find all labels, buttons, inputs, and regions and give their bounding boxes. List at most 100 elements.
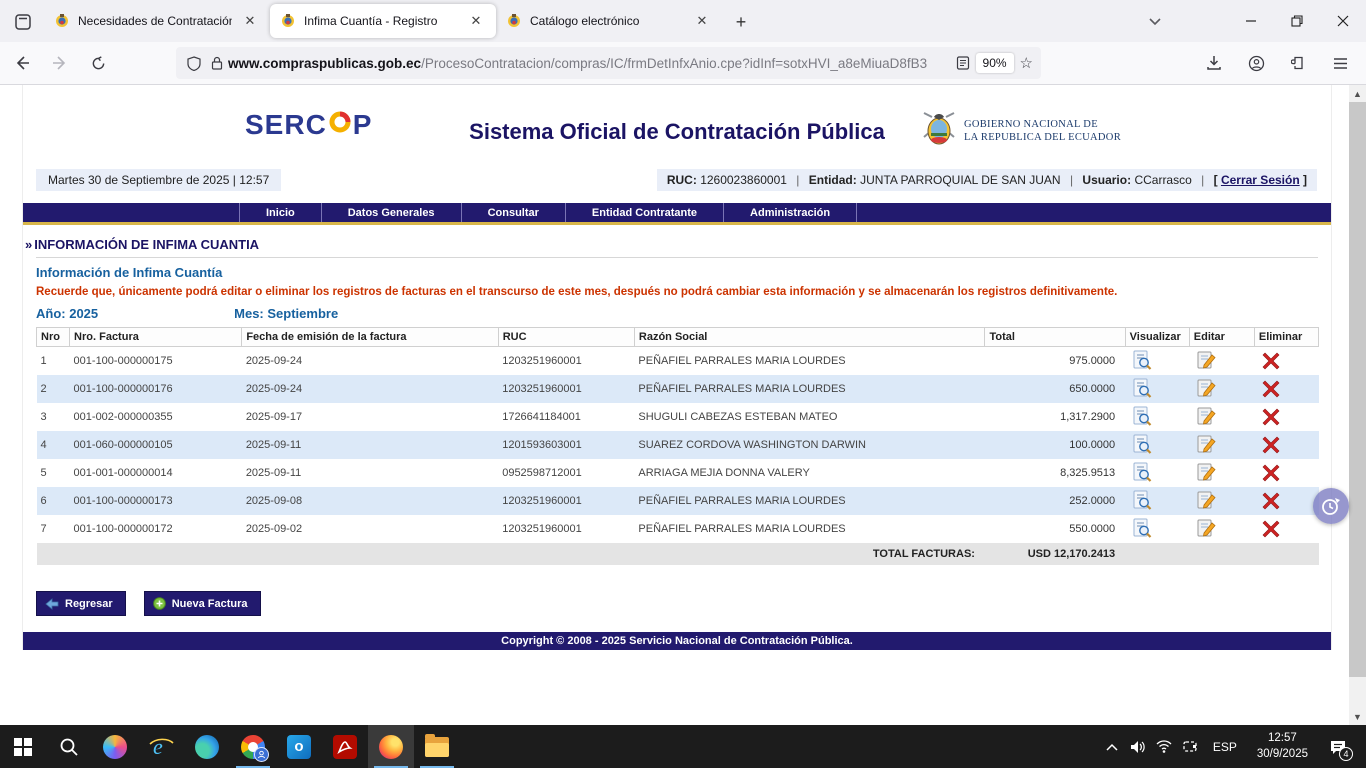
visualizar-icon[interactable] <box>1131 377 1153 399</box>
page-scrollbar[interactable]: ▲ ▼ <box>1349 85 1366 725</box>
editar-icon[interactable] <box>1195 405 1217 427</box>
cell-razon-social: PEÑAFIEL PARRALES MARIA LOURDES <box>634 515 985 543</box>
visualizar-icon[interactable] <box>1131 349 1153 371</box>
visualizar-icon[interactable] <box>1131 461 1153 483</box>
nueva-factura-button[interactable]: Nueva Factura <box>144 591 261 616</box>
ecuador-favicon-icon <box>506 13 522 29</box>
editar-icon[interactable] <box>1195 349 1217 371</box>
back-icon[interactable] <box>6 47 38 79</box>
editar-icon[interactable] <box>1195 517 1217 539</box>
file-explorer-icon[interactable] <box>414 725 460 768</box>
account-icon[interactable] <box>1240 47 1272 79</box>
minimize-button[interactable] <box>1228 0 1274 42</box>
svg-text:e: e <box>153 734 163 759</box>
eliminar-icon[interactable] <box>1260 462 1282 484</box>
visualizar-icon[interactable] <box>1131 489 1153 511</box>
acrobat-icon[interactable] <box>322 725 368 768</box>
reader-mode-icon[interactable] <box>956 56 970 70</box>
bookmark-star-icon[interactable]: ☆ <box>1020 54 1033 72</box>
cell-fecha: 2025-09-11 <box>242 431 498 459</box>
eliminar-icon[interactable] <box>1260 350 1282 372</box>
editar-icon[interactable] <box>1195 433 1217 455</box>
tab-infima-cuantia[interactable]: Infima Cuantía - Registro ✕ <box>270 4 496 38</box>
tab-close-icon[interactable]: ✕ <box>466 11 486 31</box>
volume-icon[interactable] <box>1125 725 1151 768</box>
eliminar-icon[interactable] <box>1260 490 1282 512</box>
menu-item-consultar[interactable]: Consultar <box>461 203 565 222</box>
scroll-up-icon[interactable]: ▲ <box>1349 85 1366 102</box>
restore-button[interactable] <box>1274 0 1320 42</box>
col-total: Total <box>985 328 1125 347</box>
notification-center-icon[interactable]: 4 <box>1318 725 1358 768</box>
lock-icon[interactable] <box>211 56 223 70</box>
browser-navbar: www.compraspublicas.gob.ec/ProcesoContra… <box>0 42 1366 85</box>
close-window-button[interactable] <box>1320 0 1366 42</box>
visualizar-icon[interactable] <box>1131 433 1153 455</box>
eliminar-icon[interactable] <box>1260 518 1282 540</box>
meet-now-icon[interactable] <box>1177 725 1203 768</box>
list-all-tabs-icon[interactable] <box>1138 6 1172 36</box>
menu-item-administracion[interactable]: Administración <box>723 203 857 222</box>
breadcrumb: »INFORMACIÓN DE INFIMA CUANTIA <box>36 233 1318 258</box>
cell-razon-social: SUAREZ CORDOVA WASHINGTON DARWIN <box>634 431 985 459</box>
col-eliminar: Eliminar <box>1254 328 1318 347</box>
tracking-shield-icon[interactable] <box>187 56 201 71</box>
tab-necesidades[interactable]: Necesidades de Contratación y ✕ <box>44 4 270 38</box>
eliminar-icon[interactable] <box>1260 434 1282 456</box>
tray-chevron-icon[interactable] <box>1099 725 1125 768</box>
wifi-icon[interactable] <box>1151 725 1177 768</box>
editar-icon[interactable] <box>1195 461 1217 483</box>
ecuador-favicon-icon <box>280 13 296 29</box>
firefox-icon[interactable] <box>368 725 414 768</box>
firefox-view-icon[interactable] <box>8 7 38 37</box>
cell-factura: 001-001-000000014 <box>70 459 242 487</box>
month-label: Mes: Septiembre <box>234 306 338 321</box>
tab-close-icon[interactable]: ✕ <box>692 11 712 31</box>
editar-icon[interactable] <box>1195 377 1217 399</box>
scrollbar-thumb[interactable] <box>1349 102 1366 677</box>
visualizar-icon[interactable] <box>1131 405 1153 427</box>
extensions-icon[interactable] <box>1282 47 1314 79</box>
menu-item-inicio[interactable]: Inicio <box>239 203 321 222</box>
taskbar-clock[interactable]: 12:57 30/9/2025 <box>1247 731 1318 762</box>
start-button[interactable] <box>0 725 46 768</box>
cell-factura: 001-100-000000173 <box>70 487 242 515</box>
regresar-button[interactable]: Regresar <box>36 591 126 616</box>
url-bar[interactable]: www.compraspublicas.gob.ec/ProcesoContra… <box>176 47 1041 79</box>
table-row: 6 001-100-000000173 2025-09-08 120325196… <box>37 487 1319 515</box>
tab-close-icon[interactable]: ✕ <box>240 11 260 31</box>
col-factura: Nro. Factura <box>70 328 242 347</box>
visualizar-icon[interactable] <box>1131 517 1153 539</box>
main-menu: Inicio Datos Generales Consultar Entidad… <box>23 203 1331 222</box>
taskbar-search-icon[interactable] <box>46 725 92 768</box>
taskbar-date: 30/9/2025 <box>1257 747 1308 763</box>
eliminar-icon[interactable] <box>1260 406 1282 428</box>
tab-catalogo[interactable]: Catálogo electrónico ✕ <box>496 4 722 38</box>
time-tracker-widget[interactable] <box>1313 488 1349 524</box>
new-tab-button[interactable]: + <box>726 7 756 37</box>
reload-icon[interactable] <box>82 47 114 79</box>
forward-icon[interactable] <box>44 47 76 79</box>
table-row: 7 001-100-000000172 2025-09-02 120325196… <box>37 515 1319 543</box>
cell-nro: 2 <box>37 375 70 403</box>
internet-explorer-icon[interactable]: e <box>138 725 184 768</box>
eliminar-icon[interactable] <box>1260 378 1282 400</box>
edge-icon[interactable] <box>184 725 230 768</box>
tab-title: Necesidades de Contratación y <box>78 14 232 28</box>
chrome-icon[interactable] <box>230 725 276 768</box>
copilot-icon[interactable] <box>92 725 138 768</box>
language-indicator[interactable]: ESP <box>1203 740 1247 754</box>
cell-fecha: 2025-09-24 <box>242 347 498 376</box>
coat-of-arms-icon <box>922 111 956 151</box>
downloads-icon[interactable] <box>1198 47 1230 79</box>
zoom-level-badge[interactable]: 90% <box>976 53 1014 73</box>
taskbar-time: 12:57 <box>1257 731 1308 747</box>
outlook-icon[interactable]: o <box>276 725 322 768</box>
menu-item-datos-generales[interactable]: Datos Generales <box>321 203 461 222</box>
menu-hamburger-icon[interactable] <box>1324 47 1356 79</box>
scroll-down-icon[interactable]: ▼ <box>1349 708 1366 725</box>
logout-link[interactable]: Cerrar Sesión <box>1221 173 1300 187</box>
editar-icon[interactable] <box>1195 489 1217 511</box>
menu-item-entidad-contratante[interactable]: Entidad Contratante <box>565 203 723 222</box>
chrome-profile-badge <box>254 747 269 762</box>
